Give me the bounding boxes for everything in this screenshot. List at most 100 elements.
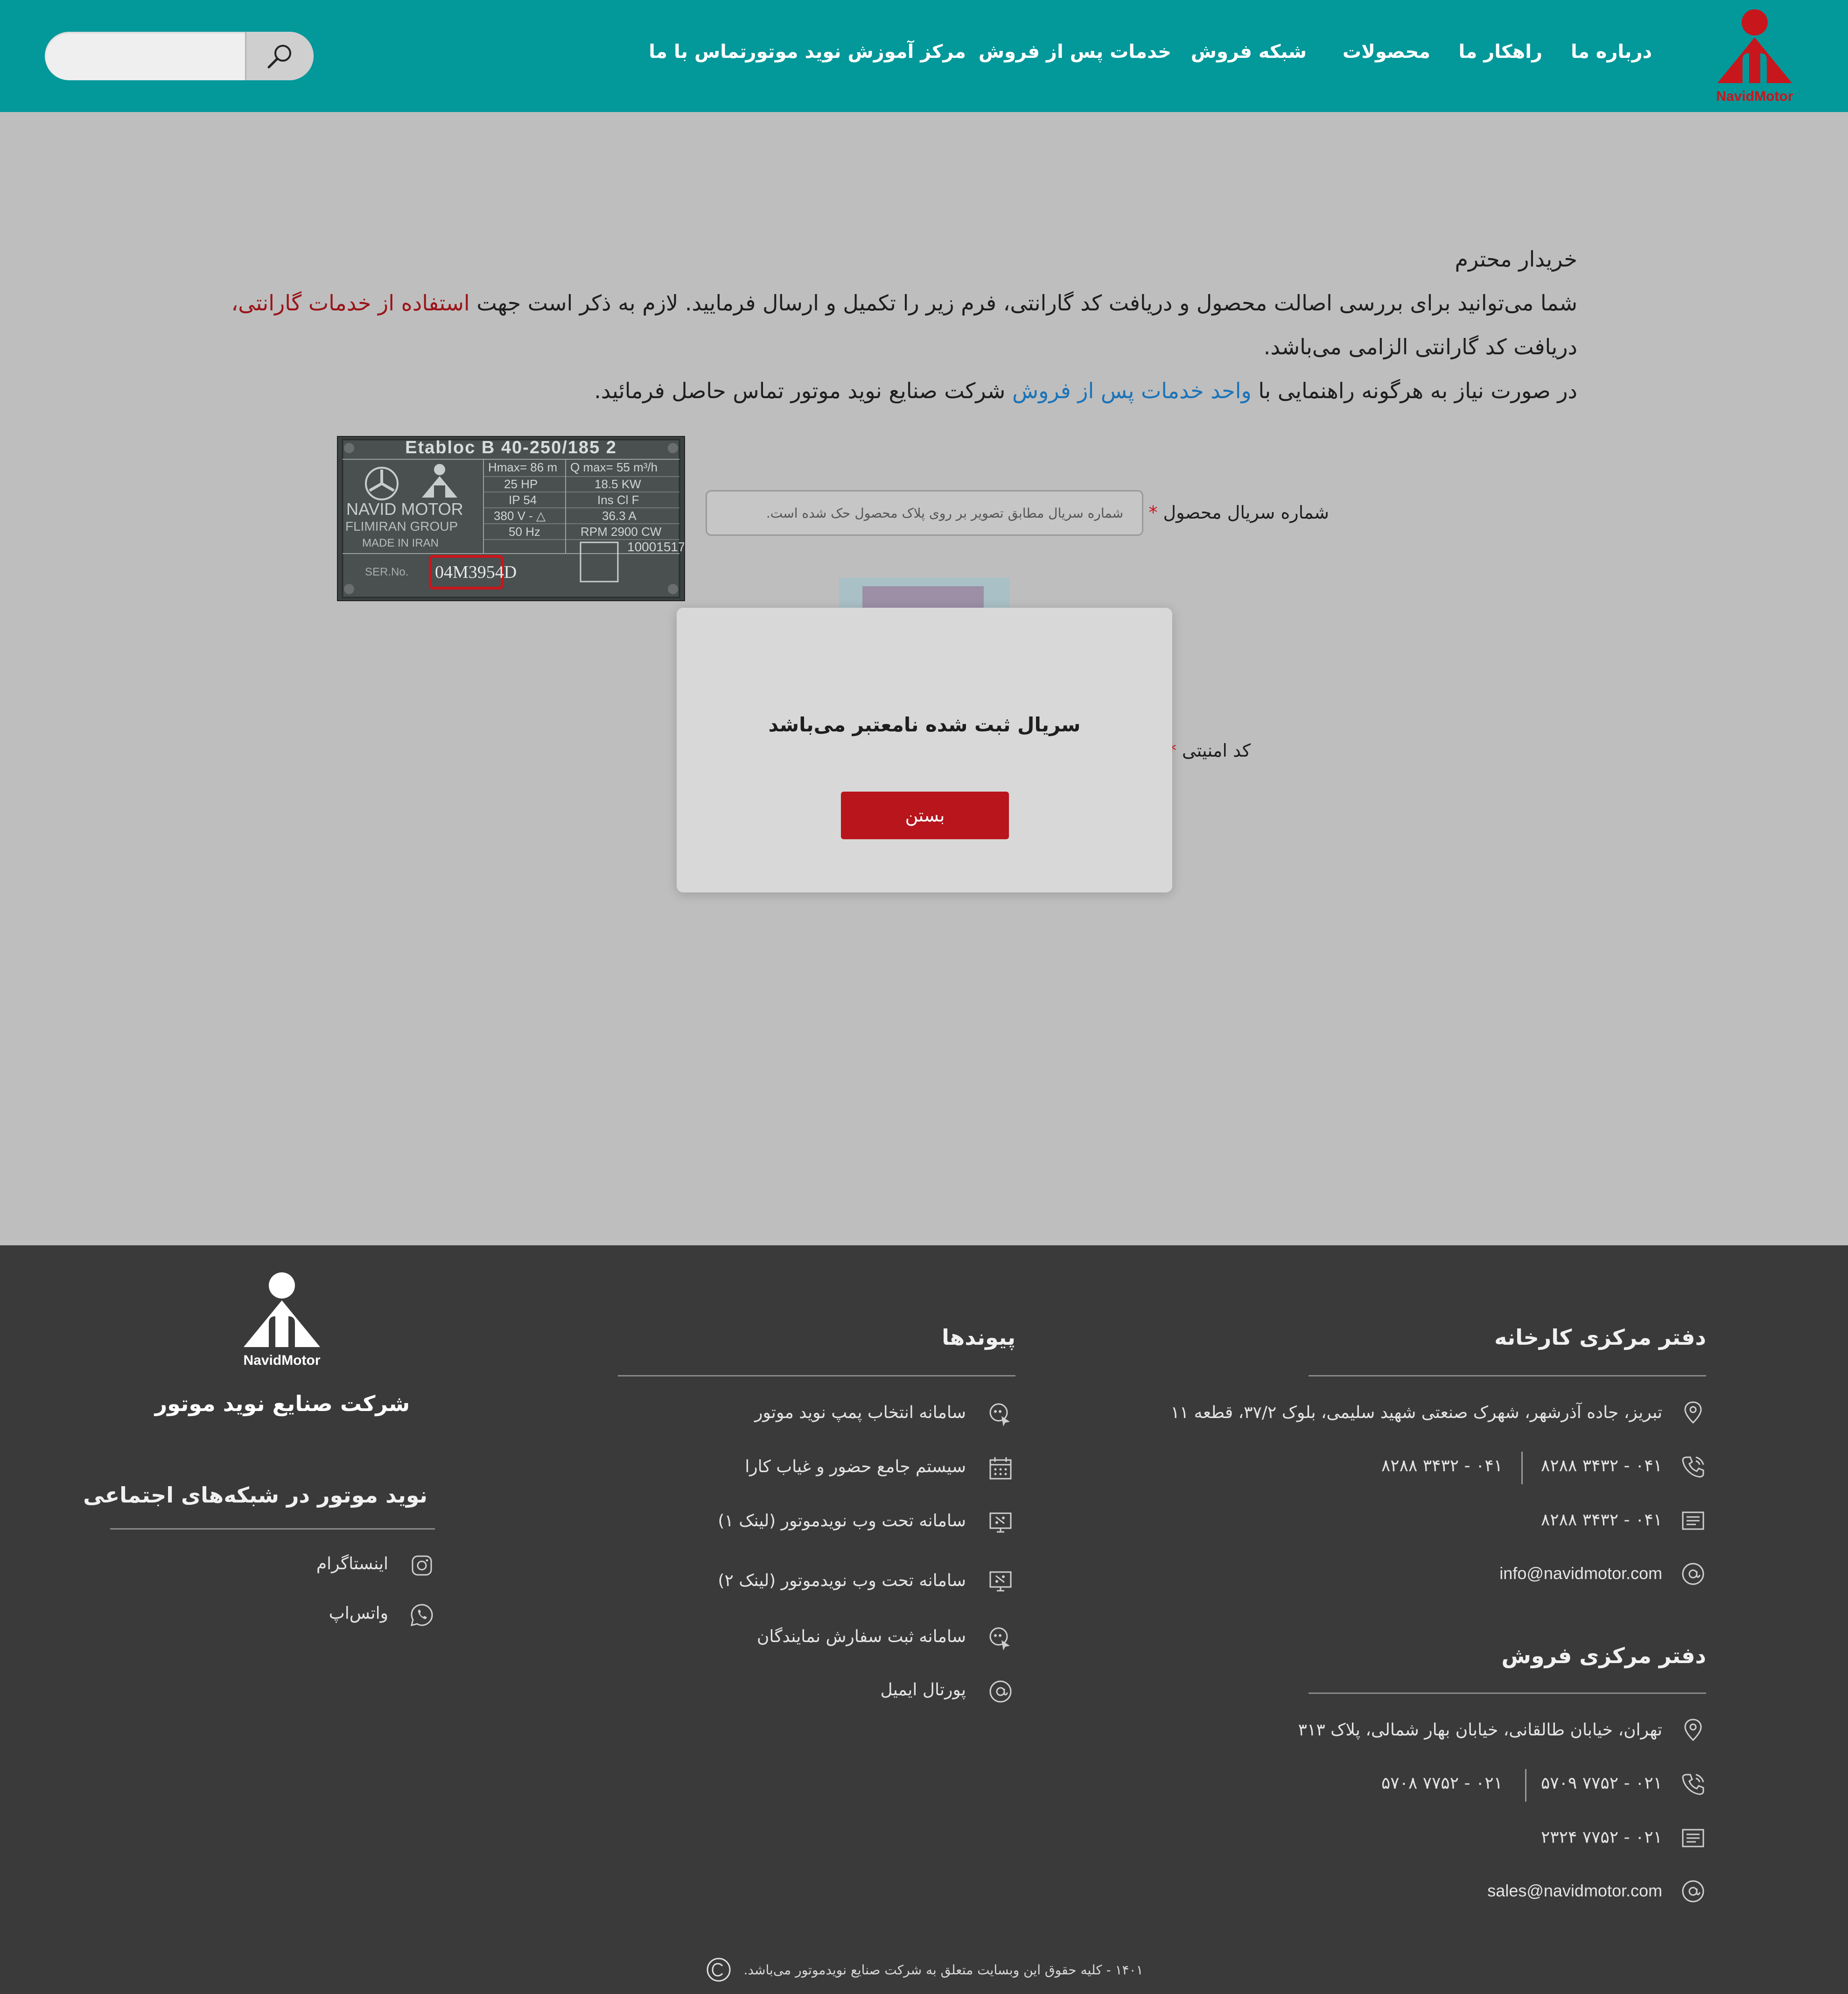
sales-phone-1[interactable]: ۰۲۱ - ۷۷۵۲ ۵۷۰۹ — [1541, 1774, 1662, 1793]
instagram-link[interactable]: اینستاگرام — [316, 1554, 388, 1573]
navidmotor-logo-icon — [244, 1272, 320, 1347]
plate-spec-l3: 380 V - △ — [494, 509, 546, 523]
security-code-label-text: کد امنیتی — [1182, 740, 1251, 761]
links-divider — [618, 1375, 1015, 1376]
email-icon — [1682, 1563, 1704, 1585]
link-web-system-2[interactable]: سامانه تحت وب نویدموتور (لینک ۲) — [718, 1571, 966, 1590]
phone-separator — [1525, 1769, 1526, 1802]
web-system-icon — [989, 1571, 1012, 1592]
email-icon — [1682, 1880, 1704, 1903]
whatsapp-icon — [410, 1604, 433, 1627]
factory-office-title: دفتر مرکزی کارخانه — [1494, 1325, 1706, 1350]
nameplate-image: Etabloc B 40-250/185 2 NAVID MOTOR FLIMI… — [337, 436, 685, 601]
web-system-icon — [989, 1512, 1012, 1533]
social-divider — [110, 1528, 435, 1530]
sales-email[interactable]: sales@navidmotor.com — [1487, 1881, 1662, 1901]
sales-fax: ۰۲۱ - ۷۷۵۲ ۲۳۲۴ — [1540, 1828, 1662, 1847]
whatsapp-link[interactable]: واتس‌اپ — [329, 1604, 388, 1623]
plate-spec-l2: IP 54 — [509, 493, 537, 507]
plate-spec-l1: 25 HP — [504, 477, 538, 491]
calendar-icon — [989, 1457, 1012, 1480]
plate-serial: 04M3954D — [435, 562, 517, 582]
location-icon — [1684, 1719, 1702, 1741]
factory-divider — [1309, 1375, 1706, 1376]
footer-logo: NavidMotor — [235, 1271, 329, 1373]
factory-email[interactable]: info@navidmotor.com — [1499, 1564, 1662, 1583]
plate-group: FLIMIRAN GROUP — [345, 519, 458, 534]
link-email-portal[interactable]: پورتال ایمیل — [880, 1680, 966, 1699]
company-name: شرکت صنایع نوید موتور — [154, 1391, 410, 1416]
nav-contact[interactable]: تماس با ما — [649, 41, 747, 63]
intro-line-2: دریافت کد گارانتی الزامی می‌باشد. — [1263, 334, 1577, 359]
factory-phone-1[interactable]: ۰۴۱ - ۳۴۳۲ ۸۲۸۸ — [1541, 1456, 1662, 1475]
email-icon — [989, 1680, 1012, 1703]
plate-spec-r4: RPM 2900 CW — [581, 525, 662, 539]
phone-icon — [1682, 1774, 1704, 1795]
search-button[interactable] — [245, 32, 314, 80]
plate-spec-r3: 36.3 A — [602, 509, 637, 523]
serial-label-text: شماره سریال محصول — [1163, 502, 1329, 523]
after-sales-unit-link[interactable]: واحد خدمات پس از فروش — [1012, 378, 1252, 403]
nav-training[interactable]: مرکز آموزش نوید موتور — [745, 41, 966, 63]
serial-number-input[interactable] — [706, 490, 1143, 536]
sales-phone-2[interactable]: ۰۲۱ - ۷۷۵۲ ۵۷۰۸ — [1381, 1774, 1503, 1793]
intro-line-3-text: در صورت نیاز به هرگونه راهنمایی با — [1251, 378, 1577, 403]
plate-code: 10001517 — [627, 540, 685, 554]
link-dealer-orders[interactable]: سامانه ثبت سفارش نمایندگان — [757, 1627, 966, 1646]
sales-office-title: دفتر مرکزی فروش — [1501, 1643, 1706, 1668]
nav-solutions[interactable]: راهکار ما — [1459, 41, 1543, 63]
required-mark: * — [1148, 502, 1158, 523]
intro-greeting: خریدار محترم — [1455, 246, 1577, 272]
nav-sales-network[interactable]: شبکه فروش — [1191, 41, 1307, 63]
fax-icon — [1682, 1511, 1704, 1530]
sales-address: تهران، خیابان طالقانی، خیابان بهار شمالی… — [1298, 1720, 1662, 1740]
intro-line-1-text: شما می‌توانید برای بررسی اصالت محصول و د… — [469, 290, 1577, 316]
factory-phone-2[interactable]: ۰۴۱ - ۳۴۳۲ ۸۲۸۸ — [1381, 1456, 1503, 1475]
copyright-bar: ۱۴۰۱ - کلیه حقوق این وبسایت متعلق به شرک… — [0, 1956, 1848, 1984]
phone-separator — [1521, 1452, 1523, 1484]
close-button[interactable]: بستن — [841, 792, 1009, 839]
phone-icon — [1682, 1456, 1704, 1478]
plate-spec-r0: Q max= 55 m³/h — [570, 460, 658, 474]
intro-line-3-tail: شرکت صنایع نوید موتور تماس حاصل فرمائید. — [594, 378, 1012, 403]
social-title: نوید موتور در شبکه‌های اجتماعی — [83, 1482, 427, 1508]
plate-brand: NAVID MOTOR — [346, 499, 463, 519]
plate-made-in: MADE IN IRAN — [362, 537, 439, 549]
nav-about[interactable]: درباره ما — [1571, 41, 1652, 63]
navidmotor-logo[interactable]: NavidMotor — [1708, 8, 1801, 104]
nav-after-sales[interactable]: خدمات پس از فروش — [979, 41, 1171, 63]
pump-selection-icon — [989, 1403, 1010, 1426]
warranty-services-link[interactable]: استفاده از خدمات گارانتی، — [231, 290, 469, 316]
location-icon — [1684, 1401, 1702, 1424]
plate-spec-r2: Ins Cl F — [597, 493, 639, 507]
search-box — [45, 32, 314, 80]
serial-label: شماره سریال محصول * — [1148, 502, 1329, 523]
sales-divider — [1309, 1692, 1706, 1694]
error-modal: سریال ثبت شده نامعتبر می‌باشد بستن — [677, 608, 1172, 892]
plate-spec-l4: 50 Hz — [509, 525, 540, 539]
link-attendance-system[interactable]: سیستم جامع حضور و غیاب کارا — [745, 1457, 966, 1476]
plate-model: Etabloc B 40-250/185 2 — [405, 438, 617, 457]
search-input[interactable] — [45, 32, 247, 80]
plate-spec-l0: Hmax= 86 m — [488, 460, 558, 474]
security-code-label: کد امنیتی * — [1168, 740, 1251, 761]
factory-address: تبریز، جاده آذرشهر، شهرک صنعتی شهید سلیم… — [1170, 1403, 1662, 1422]
fax-icon — [1682, 1829, 1704, 1847]
link-pump-selection[interactable]: سامانه انتخاب پمپ نوید موتور — [755, 1403, 966, 1422]
instagram-icon — [412, 1555, 432, 1576]
search-icon — [267, 45, 291, 69]
copyright-text: ۱۴۰۱ - کلیه حقوق این وبسایت متعلق به شرک… — [743, 1962, 1143, 1978]
dealer-order-icon — [989, 1627, 1010, 1650]
nav-products[interactable]: محصولات — [1343, 41, 1430, 63]
plate-ser-label: SER.No. — [365, 566, 409, 578]
link-web-system-1[interactable]: سامانه تحت وب نویدموتور (لینک ۱) — [718, 1511, 966, 1531]
logo-text: NavidMotor — [1716, 89, 1793, 104]
factory-fax: ۰۴۱ - ۳۴۳۲ ۸۲۸۸ — [1540, 1510, 1662, 1530]
copyright-icon — [707, 1958, 731, 1982]
modal-message: سریال ثبت شده نامعتبر می‌باشد — [768, 713, 1081, 736]
plate-spec-r1: 18.5 KW — [595, 477, 641, 491]
navidmotor-logo-icon — [1717, 9, 1792, 83]
intro-line-3: در صورت نیاز به هرگونه راهنمایی با واحد … — [594, 378, 1577, 403]
links-title: پیوندها — [942, 1325, 1015, 1350]
footer-logo-text: NavidMotor — [243, 1353, 321, 1368]
